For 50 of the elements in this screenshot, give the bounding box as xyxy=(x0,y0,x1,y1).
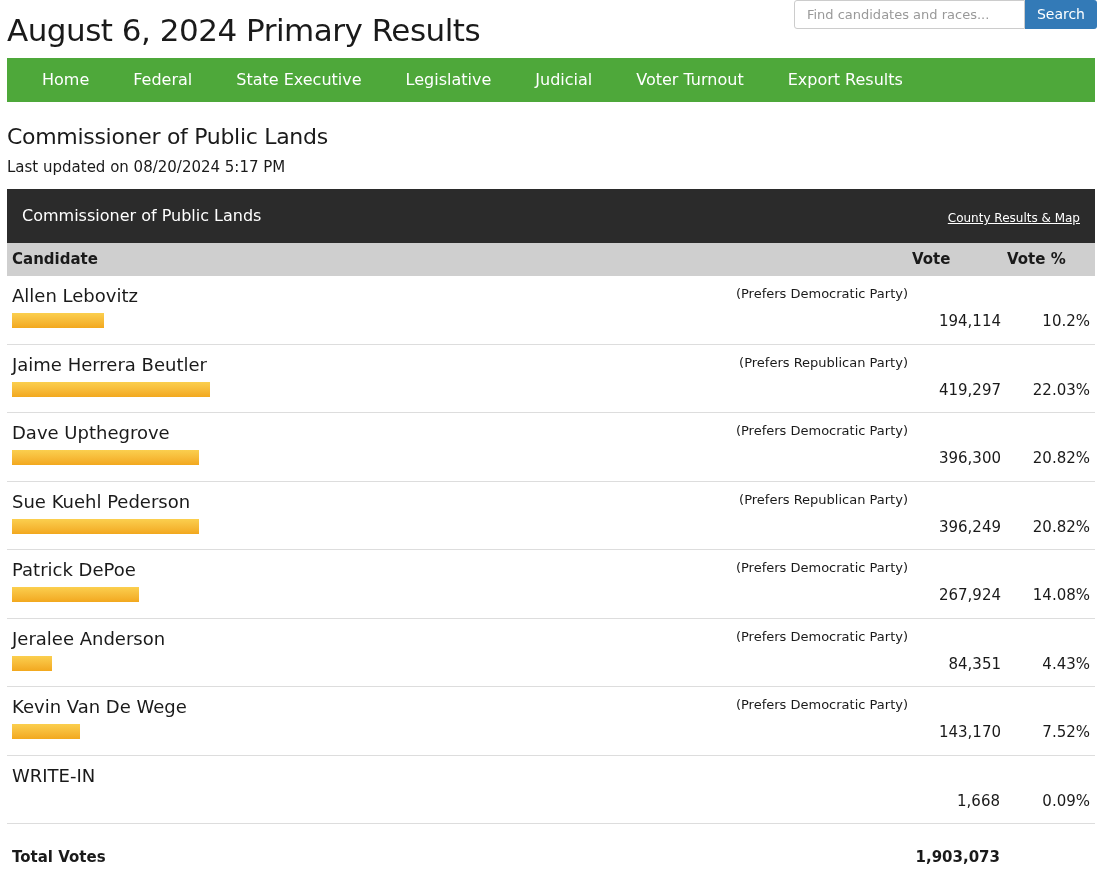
panel-title: Commissioner of Public Lands xyxy=(22,205,262,227)
candidate-name: Kevin Van De Wege xyxy=(12,695,187,719)
vote-percent: 20.82% xyxy=(1031,448,1091,469)
vote-percent: 4.43% xyxy=(1041,653,1091,675)
page-title: August 6, 2024 Primary Results xyxy=(7,11,481,50)
party-preference: (Prefers Democratic Party) xyxy=(735,696,908,714)
party-preference: (Prefers Republican Party) xyxy=(739,353,908,372)
search-button[interactable]: Search xyxy=(1024,0,1097,29)
total-votes: 1,903,073 xyxy=(914,846,1000,868)
party-preference: (Prefers Democratic Party) xyxy=(735,422,908,440)
vote-count: 396,249 xyxy=(937,516,1001,538)
party-preference: (Prefers Democratic Party) xyxy=(735,285,908,303)
vote-percent: 14.08% xyxy=(1031,585,1091,606)
vote-count: 419,297 xyxy=(937,379,1001,401)
candidate-name: Sue Kuehl Pederson xyxy=(12,489,191,514)
column-header: Candidate xyxy=(11,249,99,271)
search-field[interactable]: Find candidates and races... xyxy=(793,0,1025,29)
vote-count: 143,170 xyxy=(937,722,1001,743)
nav-link[interactable]: Judicial xyxy=(535,68,593,92)
nav-link[interactable]: Home xyxy=(42,68,90,92)
nav-link[interactable]: Voter Turnout xyxy=(636,68,744,92)
vote-percent: 0.09% xyxy=(1041,790,1091,812)
vote-percent: 20.82% xyxy=(1031,516,1091,538)
party-preference: (Prefers Democratic Party) xyxy=(735,559,908,577)
total-label: Total Votes xyxy=(11,846,107,868)
nav-link[interactable]: Federal xyxy=(133,68,193,92)
county-results-link[interactable]: County Results & Map xyxy=(947,209,1080,227)
vote-percent: 10.2% xyxy=(1041,311,1091,332)
vote-count: 396,300 xyxy=(937,448,1001,469)
nav-link[interactable]: State Executive xyxy=(236,68,362,92)
nav-link[interactable]: Legislative xyxy=(405,68,492,92)
vote-percent: 22.03% xyxy=(1031,379,1091,401)
candidate-name: Patrick DePoe xyxy=(12,558,136,582)
column-header: Vote % xyxy=(1006,249,1067,271)
party-preference: (Prefers Republican Party) xyxy=(739,490,908,509)
candidate-name: Jeralee Anderson xyxy=(12,626,166,651)
last-updated-text: Last updated on 08/20/2024 5:17 PM xyxy=(7,157,287,178)
race-heading: Commissioner of Public Lands xyxy=(7,123,329,151)
vote-count: 1,668 xyxy=(956,790,1000,812)
vote-count: 194,114 xyxy=(937,311,1001,332)
vote-count: 267,924 xyxy=(937,585,1001,606)
candidate-name: Dave Upthegrove xyxy=(12,421,170,445)
candidate-name: WRITE-IN xyxy=(12,763,96,788)
column-header: Vote xyxy=(912,249,952,271)
nav-link[interactable]: Export Results xyxy=(787,68,903,92)
vote-count: 84,351 xyxy=(947,653,1001,675)
candidate-name: Jaime Herrera Beutler xyxy=(12,352,207,377)
party-preference: (Prefers Democratic Party) xyxy=(735,627,908,646)
candidate-name: Allen Lebovitz xyxy=(12,284,138,308)
vote-percent: 7.52% xyxy=(1041,722,1091,743)
